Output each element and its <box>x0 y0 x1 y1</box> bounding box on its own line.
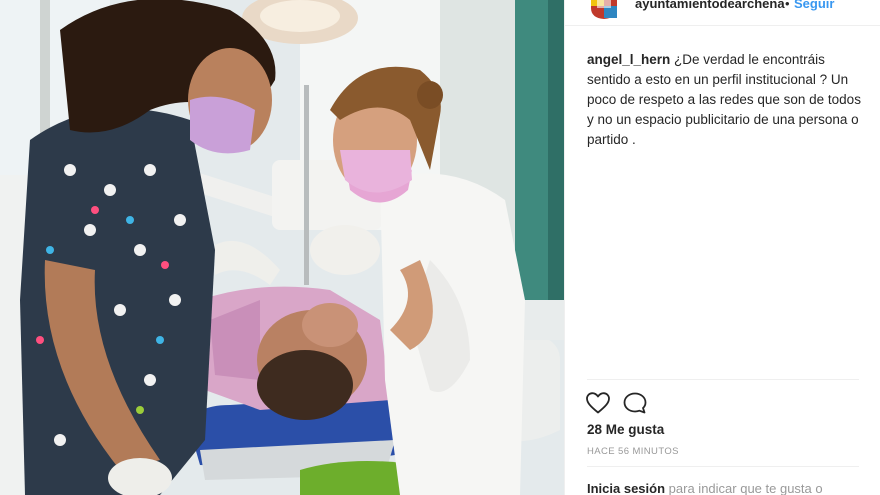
comment-author[interactable]: angel_l_hern <box>587 52 670 67</box>
header-separator: • <box>785 0 790 11</box>
post-side-panel: ayuntamientodearchena • Seguir angel_l_h… <box>564 0 880 495</box>
speech-bubble-icon[interactable] <box>622 391 648 415</box>
post-header: ayuntamientodearchena • Seguir <box>565 0 880 26</box>
dental-clinic-photo <box>0 0 564 495</box>
follow-button[interactable]: Seguir <box>794 0 834 11</box>
comment: angel_l_hern ¿De verdad le encontráis se… <box>587 50 867 150</box>
heart-icon[interactable] <box>585 391 611 415</box>
post-author[interactable]: ayuntamientodearchena <box>635 0 785 11</box>
login-link[interactable]: Inicia sesión <box>587 481 665 495</box>
login-prompt: Inicia sesión para indicar que te gusta … <box>587 481 823 495</box>
bottom-divider <box>587 466 859 467</box>
post-photo[interactable] <box>0 0 564 495</box>
post-timestamp: HACE 56 MINUTOS <box>587 446 679 457</box>
actions-divider <box>587 379 859 380</box>
like-count[interactable]: 28 Me gusta <box>587 422 664 437</box>
login-prompt-text: para indicar que te gusta o <box>668 481 823 495</box>
avatar[interactable] <box>587 0 621 20</box>
